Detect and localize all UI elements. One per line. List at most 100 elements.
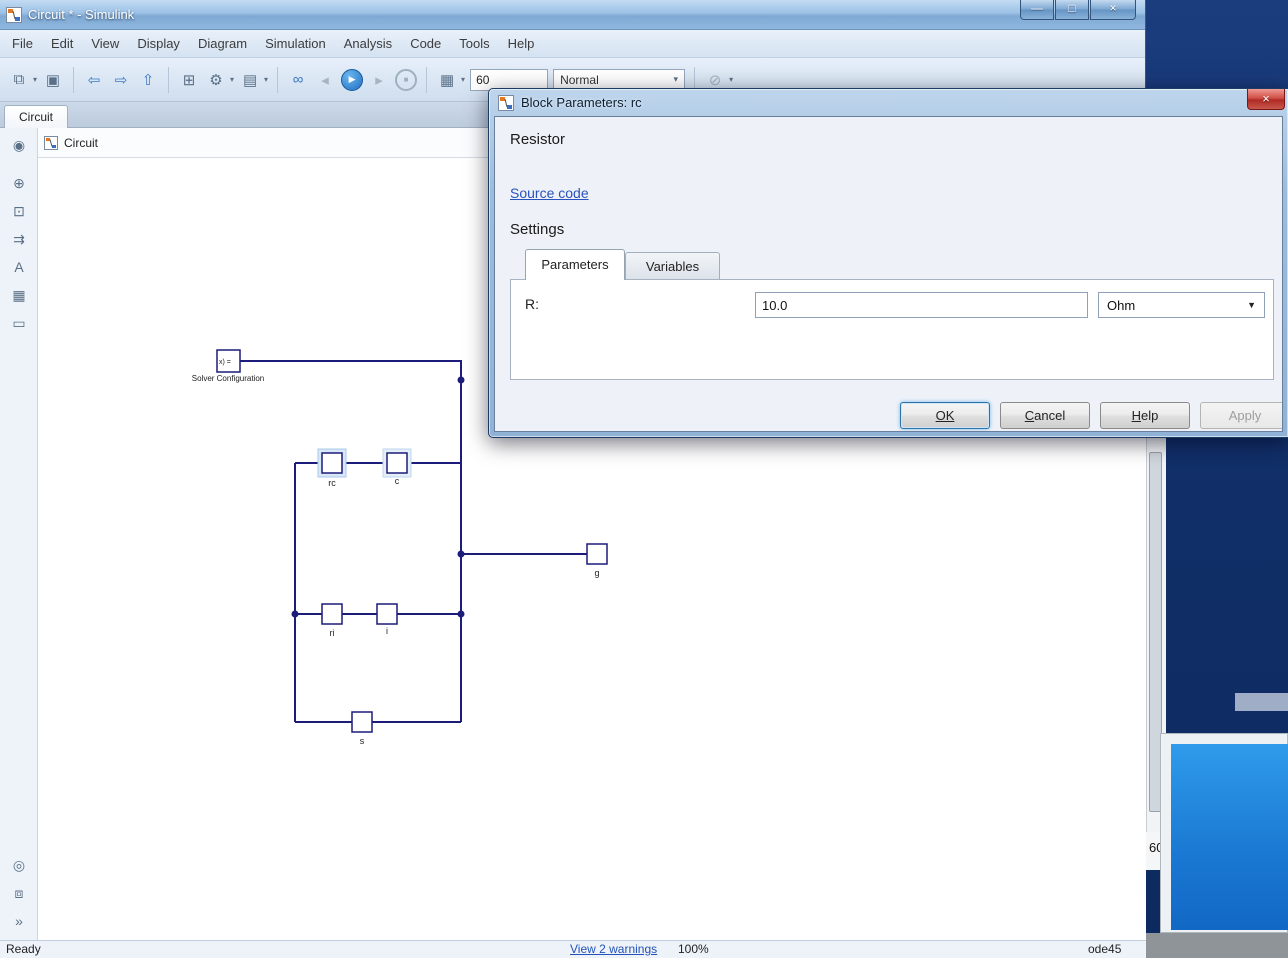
step-forward-icon[interactable]: ▸ (368, 68, 390, 92)
param-r-input[interactable] (755, 292, 1088, 318)
block-rc[interactable]: rc (318, 449, 346, 488)
viewmark-camera-icon[interactable]: ◎ (0, 852, 38, 878)
svg-text:g: g (594, 568, 599, 578)
direction-arrows-icon[interactable]: ⇉ (0, 226, 38, 252)
menu-display[interactable]: Display (137, 36, 180, 51)
simulink-app-icon (6, 7, 22, 23)
tab-variables[interactable]: Variables (625, 252, 720, 280)
settings-heading: Settings (510, 221, 564, 238)
dialog-block-icon (498, 95, 514, 111)
image-annotation-icon[interactable]: ▦ (0, 282, 38, 308)
dialog-body: Resistor Source code Settings Parameters… (494, 116, 1283, 432)
svg-text:Solver Configuration: Solver Configuration (192, 374, 264, 383)
parameters-panel: R: Ohm ▼ (510, 279, 1274, 380)
cancel-button[interactable]: Cancel (1000, 402, 1090, 429)
block-g[interactable]: g (587, 544, 607, 578)
simulation-display-icon[interactable]: ▦ (436, 68, 458, 92)
help-button[interactable]: Help (1100, 402, 1190, 429)
simulation-display-caret-icon[interactable]: ▾ (461, 75, 465, 84)
title-bar[interactable]: Circuit * - Simulink — □ × (0, 0, 1145, 30)
minimize-button[interactable]: — (1020, 0, 1054, 20)
block-i[interactable]: i (377, 604, 397, 636)
area-box-icon[interactable]: ▭ (0, 310, 38, 336)
svg-text:s: s (360, 736, 365, 746)
open-model-caret-icon[interactable]: ▾ (33, 75, 37, 84)
left-tool-palette: ◉ ⊕ ⊡ ⇉ A ▦ ▭ ◎ ⧈ » (0, 128, 38, 940)
connect-target-icon[interactable]: ∞ (287, 68, 309, 92)
wire-junctions (292, 377, 465, 618)
run-icon[interactable]: ▶ (341, 69, 363, 91)
background-window-band (1235, 693, 1288, 711)
model-icon (44, 136, 58, 150)
fit-to-view-icon[interactable]: ⊡ (0, 198, 38, 224)
model-settings-caret-icon[interactable]: ▾ (230, 75, 234, 84)
view-warnings-link[interactable]: View 2 warnings (570, 942, 657, 956)
status-solver: ode45 (1088, 942, 1121, 956)
block-parameters-dialog: Block Parameters: rc × Resistor Source c… (488, 88, 1288, 438)
block-solver-configuration[interactable]: x) = Solver Configuration (192, 350, 264, 383)
highlight-disable-caret-icon[interactable]: ▾ (729, 75, 733, 84)
svg-text:x) =: x) = (219, 359, 231, 366)
dialog-close-icon[interactable]: × (1247, 89, 1285, 110)
expand-palette-icon[interactable]: » (0, 908, 38, 934)
tab-parameters[interactable]: Parameters (525, 249, 625, 280)
tab-circuit[interactable]: Circuit (4, 105, 68, 128)
background-window-content (1171, 744, 1288, 930)
menu-file[interactable]: File (12, 36, 33, 51)
stop-icon[interactable]: ■ (395, 69, 417, 91)
simulation-mode-caret-icon: ▾ (674, 74, 679, 85)
unit-dropdown-icon: ▼ (1247, 300, 1256, 310)
simulation-mode-value: Normal (560, 73, 599, 87)
toolbar-separator (277, 67, 278, 93)
block-ri[interactable]: ri (322, 604, 342, 638)
back-icon[interactable]: ⇦ (83, 68, 105, 92)
status-zoom: 100% (678, 942, 709, 956)
menu-bar: File Edit View Display Diagram Simulatio… (0, 30, 1145, 58)
close-button[interactable]: × (1090, 0, 1136, 20)
menu-view[interactable]: View (91, 36, 119, 51)
maximize-button[interactable]: □ (1055, 0, 1089, 20)
annotation-icon[interactable]: A (0, 254, 38, 280)
subsystem-layers-icon[interactable]: ⧈ (0, 880, 38, 906)
dialog-title-bar[interactable]: Block Parameters: rc (489, 89, 1288, 116)
dialog-title: Block Parameters: rc (521, 95, 642, 110)
library-browser-icon[interactable]: ⊞ (178, 68, 200, 92)
up-to-parent-icon[interactable]: ⇧ (137, 68, 159, 92)
menu-code[interactable]: Code (410, 36, 441, 51)
svg-text:i: i (386, 626, 388, 636)
toolbar-separator (73, 67, 74, 93)
svg-text:rc: rc (328, 478, 336, 488)
window-title: Circuit * - Simulink (28, 7, 134, 22)
menu-analysis[interactable]: Analysis (344, 36, 392, 51)
background-bottom-strip (1146, 933, 1288, 958)
model-config-icon[interactable]: ▤ (239, 68, 261, 92)
block-type-heading: Resistor (510, 131, 565, 148)
model-config-caret-icon[interactable]: ▾ (264, 75, 268, 84)
menu-simulation[interactable]: Simulation (265, 36, 326, 51)
ok-button[interactable]: OK (900, 402, 990, 429)
save-icon[interactable]: ▣ (42, 68, 64, 92)
menu-tools[interactable]: Tools (459, 36, 489, 51)
svg-text:c: c (395, 476, 400, 486)
param-r-unit-value: Ohm (1107, 298, 1135, 313)
status-bar: Ready View 2 warnings 100% ode45 (0, 940, 1146, 958)
apply-button[interactable]: Apply (1200, 402, 1283, 429)
toolbar-separator (426, 67, 427, 93)
open-model-icon[interactable]: ⧉ (8, 68, 30, 92)
block-s[interactable]: s (352, 712, 372, 746)
param-r-label: R: (525, 296, 539, 312)
toolbar-separator (168, 67, 169, 93)
step-back-icon[interactable]: ◂ (314, 68, 336, 92)
model-browser-icon[interactable]: ◉ (0, 132, 38, 158)
block-c[interactable]: c (383, 449, 411, 486)
forward-icon[interactable]: ⇨ (110, 68, 132, 92)
model-settings-icon[interactable]: ⚙ (205, 68, 227, 92)
menu-diagram[interactable]: Diagram (198, 36, 247, 51)
menu-help[interactable]: Help (508, 36, 535, 51)
param-r-unit-select[interactable]: Ohm ▼ (1098, 292, 1265, 318)
status-ready: Ready (6, 942, 41, 956)
zoom-icon[interactable]: ⊕ (0, 170, 38, 196)
source-code-link[interactable]: Source code (510, 185, 589, 201)
breadcrumb-item-circuit[interactable]: Circuit (64, 136, 98, 150)
menu-edit[interactable]: Edit (51, 36, 73, 51)
